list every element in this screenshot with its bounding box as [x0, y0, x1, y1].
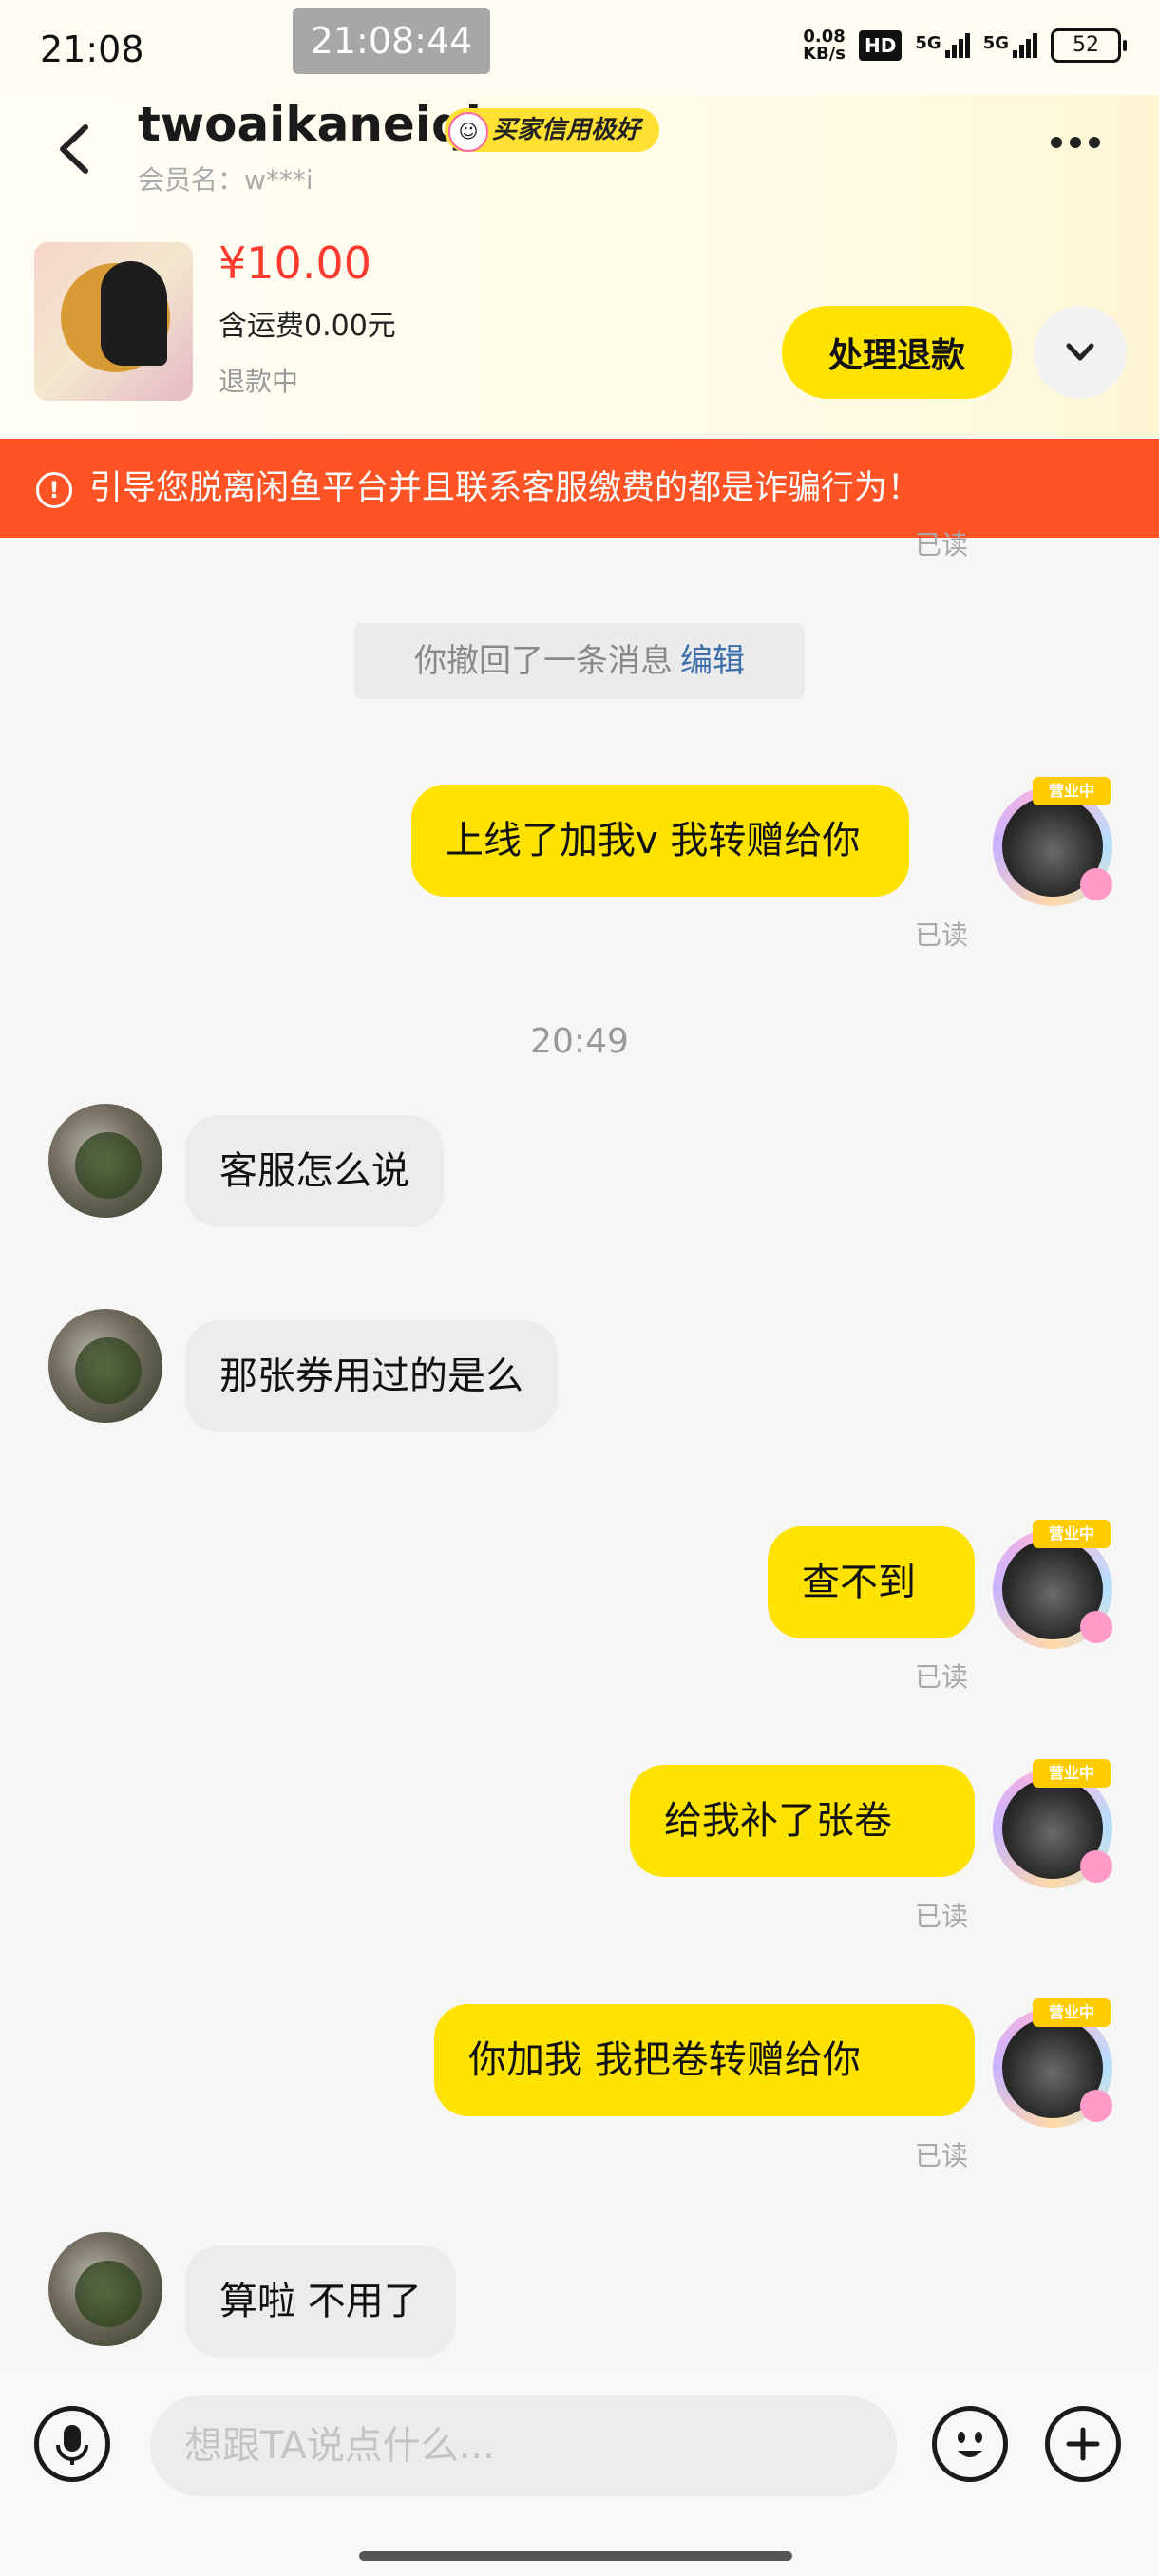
recall-notice: 你撤回了一条消息 编辑 — [354, 623, 805, 699]
my-avatar[interactable]: 营业中 — [985, 1998, 1118, 2131]
emoji-icon — [958, 2432, 982, 2457]
microphone-icon — [56, 2425, 88, 2465]
process-refund-button[interactable]: 处理退款 — [782, 306, 1012, 399]
avatar-status-tag: 营业中 — [1033, 1520, 1111, 1548]
read-receipt: 已读 — [915, 2140, 969, 2171]
chevron-left-icon — [60, 124, 88, 174]
read-receipt: 已读 — [915, 1901, 969, 1932]
message-bubble-other[interactable]: 那张券用过的是么 — [185, 1320, 558, 1432]
voice-button[interactable] — [34, 2406, 110, 2482]
message-bubble-me[interactable]: 给我补了张卷 — [630, 1765, 975, 1877]
floating-clock: 21:08:44 — [293, 8, 490, 74]
signal-icon-2: 5G — [983, 33, 1037, 58]
recall-edit-link[interactable]: 编辑 — [680, 642, 745, 680]
back-button[interactable] — [48, 116, 104, 182]
avatar-status-tag: 营业中 — [1033, 1998, 1111, 2027]
credit-badge: ☺ 买家信用极好 — [445, 108, 660, 152]
read-receipt: 已读 — [915, 529, 969, 560]
message-bubble-other[interactable]: 算啦 不用了 — [185, 2245, 456, 2358]
status-bar: 21:08 21:08:44 0.08 KB/s HD 5G 5G 52 — [0, 0, 1159, 95]
message-bubble-me[interactable]: 你加我 我把卷转赠给你 — [434, 2004, 975, 2116]
signal-icon: 5G — [915, 33, 970, 58]
network-speed: 0.08 KB/s — [803, 28, 846, 63]
my-avatar[interactable]: 营业中 — [985, 1759, 1118, 1892]
credit-badge-label: 买家信用极好 — [492, 116, 641, 144]
message-bubble-me[interactable]: 查不到 — [768, 1526, 975, 1638]
chat-username[interactable]: twoaikaneiqi — [138, 97, 482, 152]
avatar-status-tag: 营业中 — [1033, 1759, 1111, 1788]
more-actions-button[interactable] — [1045, 2406, 1121, 2482]
other-avatar[interactable] — [48, 1309, 162, 1423]
other-avatar[interactable] — [48, 1104, 162, 1218]
more-button[interactable] — [1047, 123, 1113, 161]
hd-icon: HD — [859, 30, 902, 61]
network-speed-unit: KB/s — [803, 44, 846, 64]
message-input[interactable] — [150, 2396, 897, 2496]
smile-face-icon: ☺ — [448, 112, 488, 152]
message-input-bar — [0, 2365, 1159, 2576]
member-name: 会员名：w***i — [138, 164, 314, 196]
shipping-fee: 含运费0.00元 — [218, 310, 396, 343]
chat-timestamp: 20:49 — [530, 1022, 629, 1061]
chevron-down-icon — [1066, 343, 1094, 361]
battery-icon: 52 — [1051, 28, 1127, 63]
recall-text: 你撤回了一条消息 — [414, 642, 673, 680]
emoji-button[interactable] — [932, 2406, 1008, 2482]
expand-button[interactable] — [1034, 306, 1127, 399]
alert-circle-icon: ! — [36, 472, 72, 508]
other-avatar[interactable] — [48, 2232, 162, 2346]
product-thumbnail[interactable] — [34, 242, 193, 401]
product-price: ¥10.00 — [218, 237, 371, 289]
plus-icon — [1066, 2427, 1100, 2461]
signal-label: 5G — [915, 33, 941, 53]
status-time: 21:08 — [40, 28, 144, 70]
refund-status: 退款中 — [218, 366, 299, 397]
read-receipt: 已读 — [915, 919, 969, 951]
more-dots-icon — [1051, 137, 1062, 148]
read-receipt: 已读 — [915, 1661, 969, 1693]
signal-label-2: 5G — [982, 33, 1009, 53]
my-avatar[interactable]: 营业中 — [985, 777, 1118, 910]
message-bubble-me[interactable]: 上线了加我v 我转赠给你 — [411, 785, 909, 897]
message-bubble-other[interactable]: 客服怎么说 — [185, 1115, 444, 1227]
home-indicator[interactable] — [359, 2551, 792, 2561]
fraud-warning-banner: ! 引导您脱离闲鱼平台并且联系客服缴费的都是诈骗行为！ — [0, 439, 1159, 538]
avatar-status-tag: 营业中 — [1033, 777, 1111, 805]
my-avatar[interactable]: 营业中 — [985, 1520, 1118, 1653]
chat-header: twoaikaneiqi ☺ 买家信用极好 会员名：w***i ¥10.00 含… — [0, 95, 1159, 437]
warning-text: 引导您脱离闲鱼平台并且联系客服缴费的都是诈骗行为！ — [89, 469, 922, 507]
status-icons: 0.08 KB/s HD 5G 5G 52 — [803, 28, 1127, 63]
